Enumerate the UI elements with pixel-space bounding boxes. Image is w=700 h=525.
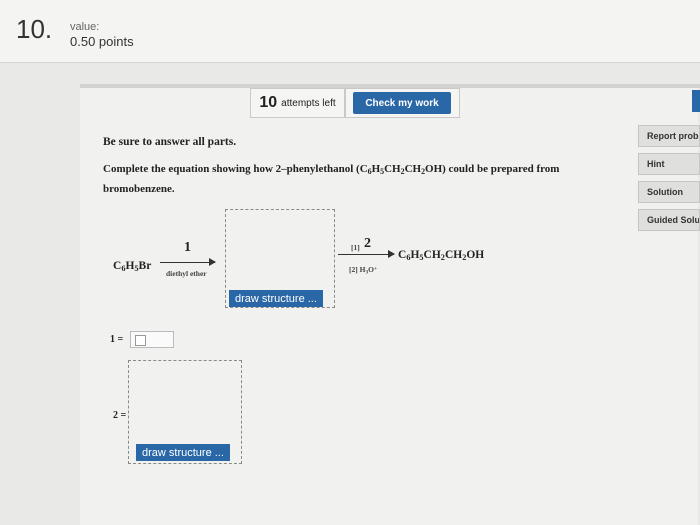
points-value: 0.50 points [70,34,134,49]
step2-arrow [338,250,395,258]
reactant-formula: C6H5Br [113,260,152,274]
step2-label: [1] [351,243,360,252]
answer-field-1[interactable] [130,331,174,348]
answer-label-2: 2 = [113,410,127,421]
answer-label-1: 1 = [110,334,124,345]
check-work-container: Check my work [345,88,460,118]
question-prompt: Complete the equation showing how 2–phen… [103,163,560,195]
step2-condition: [2] H3O+ [349,265,378,276]
side-panel-toggle[interactable] [692,90,700,112]
attempts-count: 10 [259,94,278,111]
solution-button[interactable]: Solution [638,181,700,203]
hint-button[interactable]: Hint [638,153,700,175]
step1-condition: diethyl ether [166,269,207,278]
answer-checkbox[interactable] [135,335,146,346]
draw-structure-button-1[interactable]: draw structure ... [229,290,323,307]
attempts-text: attempts left [281,97,336,109]
question-header: 10. value: 0.50 points [0,0,700,63]
draw-structure-button-2[interactable]: draw structure ... [136,444,230,461]
step1-number: 1 [184,240,191,255]
report-problem-button[interactable]: Report problem [638,125,700,147]
attempts-indicator: 10 attempts left [250,88,345,118]
step1-arrow [160,258,216,266]
instruction-parts: Be sure to answer all parts. [103,136,237,148]
guided-solution-button[interactable]: Guided Solution [638,209,700,231]
question-number: 10. [16,14,53,44]
step2-number: 2 [364,236,371,251]
value-label: value: [70,21,100,33]
product-formula: C6H5CH2CH2OH [398,249,485,263]
check-my-work-button[interactable]: Check my work [353,92,451,114]
